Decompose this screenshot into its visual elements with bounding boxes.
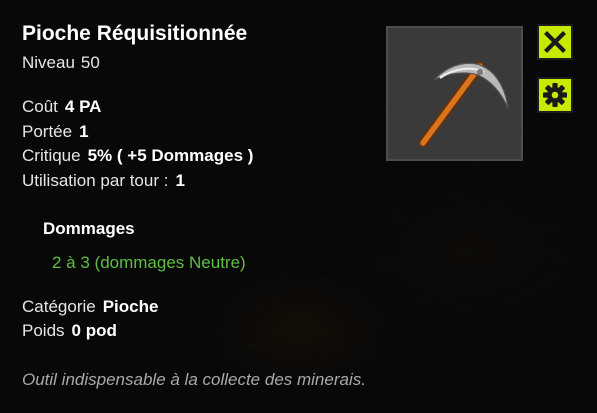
critical-label: Critique (22, 146, 81, 165)
stat-critical: Critique 5% ( +5 Dommages ) (22, 146, 253, 166)
stat-cost: Coût 4 PA (22, 97, 101, 117)
gear-icon (543, 83, 567, 107)
critical-value: 5% ( +5 Dommages ) (87, 146, 254, 165)
stat-category: Catégorie Pioche (22, 297, 158, 317)
item-description: Outil indispensable à la collecte des mi… (22, 370, 366, 389)
item-image-frame (386, 26, 523, 161)
settings-button[interactable] (537, 77, 573, 113)
category-value: Pioche (102, 297, 159, 316)
weight-value: 0 pod (71, 321, 117, 340)
stat-weight: Poids 0 pod (22, 321, 117, 341)
weight-label: Poids (22, 321, 65, 340)
uses-label: Utilisation par tour : (22, 171, 169, 190)
cost-value: 4 PA (64, 97, 102, 116)
stat-range: Portée 1 (22, 122, 89, 142)
damage-line: 2 à 3 (dommages Neutre) (52, 253, 246, 272)
range-value: 1 (79, 122, 89, 141)
item-level: Niveau 50 (22, 53, 100, 73)
close-button[interactable] (537, 24, 573, 60)
range-label: Portée (22, 122, 73, 141)
pickaxe-icon (418, 61, 509, 148)
close-icon (544, 31, 566, 53)
cost-label: Coût (22, 97, 58, 116)
category-label: Catégorie (22, 297, 96, 316)
uses-value: 1 (175, 171, 185, 190)
damage-section-title: Dommages (43, 219, 135, 238)
level-value: 50 (80, 53, 100, 72)
item-name: Pioche Réquisitionnée (22, 22, 248, 45)
stat-uses-per-turn: Utilisation par tour : 1 (22, 171, 185, 191)
level-label: Niveau (22, 53, 75, 72)
